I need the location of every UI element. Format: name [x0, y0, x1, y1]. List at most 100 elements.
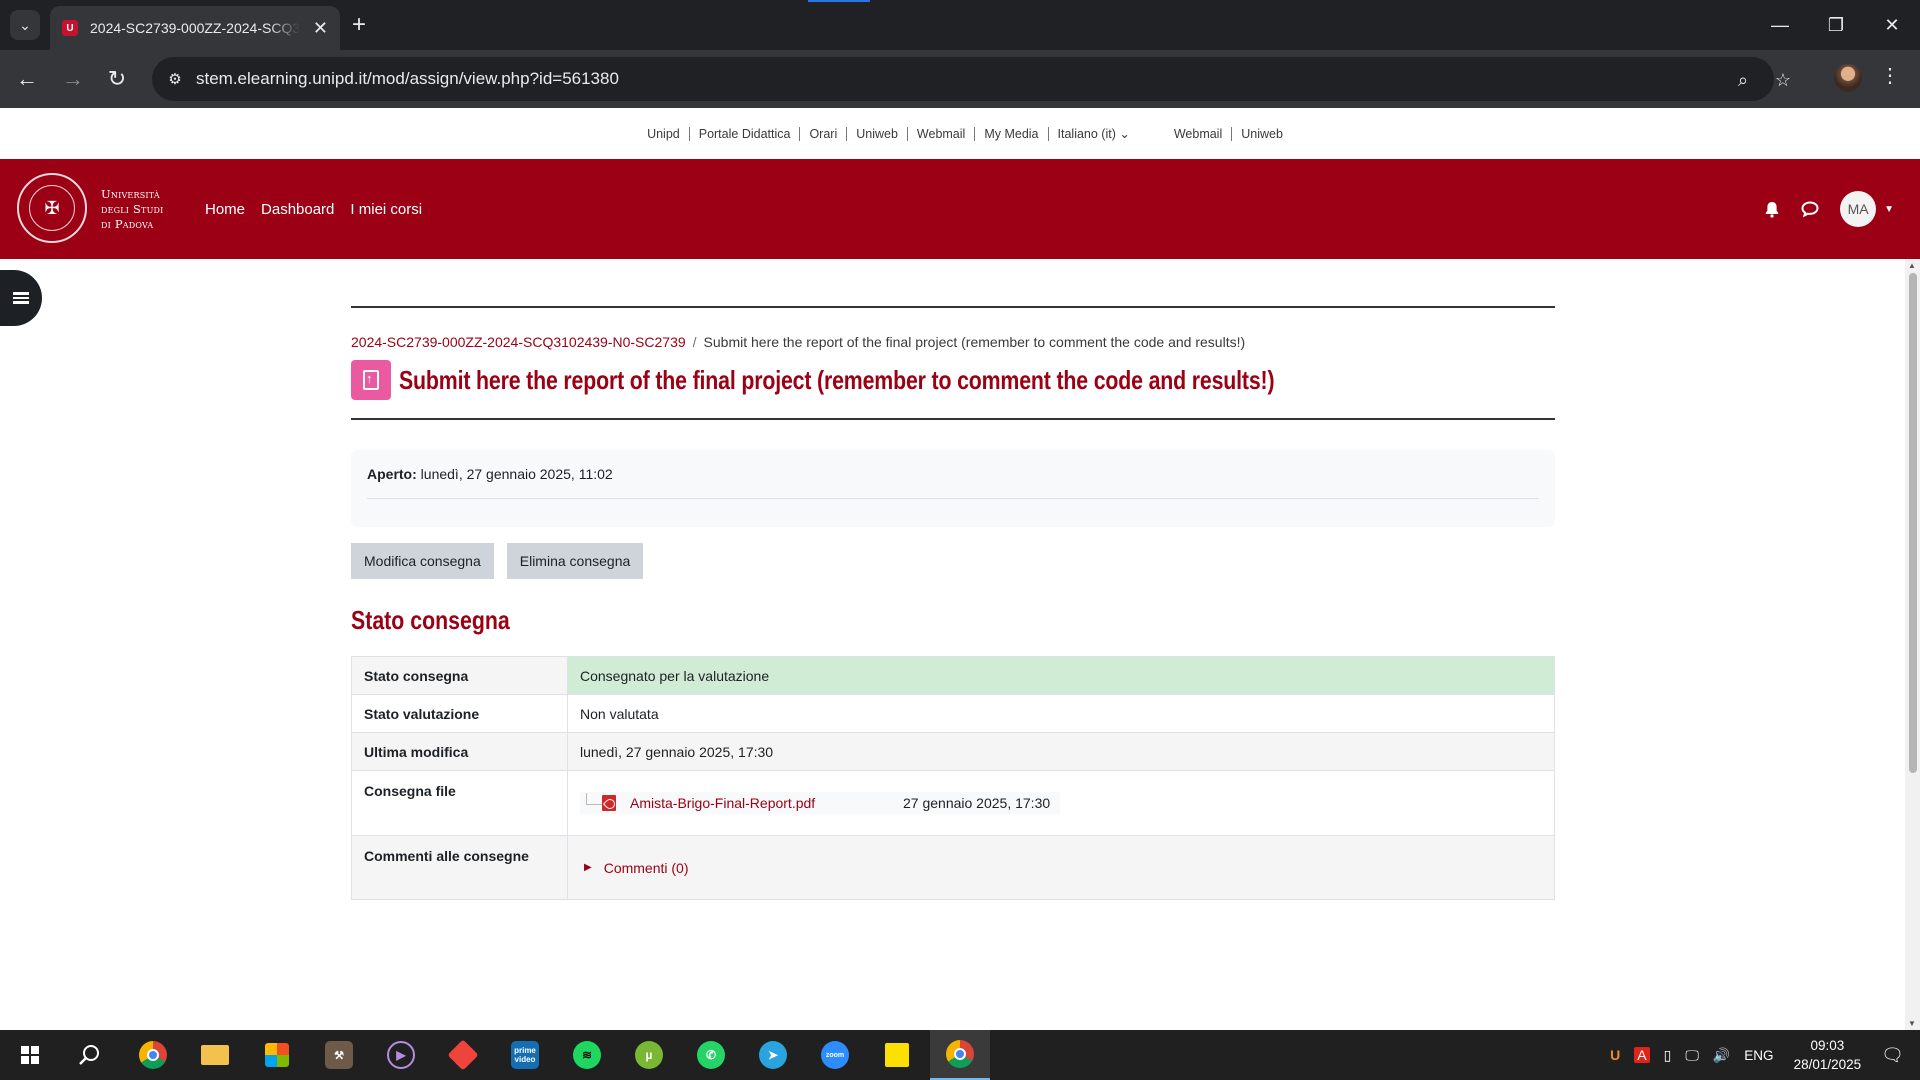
- scroll-up-icon[interactable]: ▲: [1908, 261, 1916, 270]
- tab-search-button[interactable]: ⌄: [10, 10, 40, 40]
- delete-submission-button[interactable]: Elimina consegna: [506, 543, 644, 579]
- sticky-notes-icon[interactable]: [872, 1030, 922, 1080]
- site-navbar: ✠ Università degli Studi di Padova Home …: [0, 159, 1920, 259]
- address-bar[interactable]: ⚙ stem.elearning.unipd.it/mod/assign/vie…: [152, 57, 1791, 101]
- language-label: Italiano (it): [1057, 126, 1116, 141]
- minimize-icon[interactable]: ―: [1752, 0, 1808, 50]
- submission-actions: Modifica consegna Elimina consegna: [351, 543, 1555, 579]
- site-info-icon[interactable]: ⚙: [162, 66, 188, 92]
- table-row: Stato consegna Consegnato per la valutaz…: [351, 656, 1555, 695]
- unipd-favicon-icon: U: [62, 20, 78, 36]
- util-link-uniweb[interactable]: Uniweb: [846, 126, 907, 141]
- utorrent-icon[interactable]: µ: [624, 1030, 674, 1080]
- anydesk-icon[interactable]: [438, 1030, 488, 1080]
- util-link-webmail[interactable]: Webmail: [906, 126, 974, 141]
- browser-tab-active[interactable]: U 2024-SC2739-000ZZ-2024-SCQ3102439-N0-S…: [50, 6, 340, 50]
- usb-icon[interactable]: ▯: [1664, 1047, 1672, 1064]
- nav-dashboard[interactable]: Dashboard: [261, 201, 334, 218]
- back-arrow-icon[interactable]: ←: [10, 62, 44, 96]
- chevron-down-icon: ⌄: [1119, 126, 1130, 141]
- nav-my-courses[interactable]: I miei corsi: [350, 201, 422, 218]
- media-player-icon[interactable]: ▶: [376, 1030, 426, 1080]
- breadcrumb-current: Submit here the report of the final proj…: [703, 334, 1246, 350]
- nav-home[interactable]: Home: [205, 201, 245, 218]
- bookmark-star-icon[interactable]: ☆: [1770, 67, 1796, 93]
- course-index-drawer-toggle[interactable]: [0, 270, 42, 326]
- scroll-down-icon[interactable]: ▼: [1908, 1019, 1916, 1028]
- messages-chat-icon[interactable]: [1798, 197, 1822, 221]
- browser-profile-avatar[interactable]: [1834, 64, 1862, 92]
- pdf-file-icon: [602, 795, 616, 811]
- list-icon: [13, 292, 29, 304]
- notifications-icon[interactable]: 🗨: [1881, 1045, 1904, 1066]
- university-seal-logo[interactable]: ✠: [17, 173, 87, 243]
- university-wordmark[interactable]: Università degli Studi di Padova: [101, 187, 164, 232]
- tab-drag-indicator: [808, 0, 870, 2]
- page-scrollbar[interactable]: ▲ ▼: [1905, 259, 1920, 1030]
- whatsapp-icon[interactable]: ✆: [686, 1030, 736, 1080]
- chrome-active-icon[interactable]: [930, 1030, 990, 1080]
- reload-icon[interactable]: ↻: [100, 62, 134, 96]
- restore-icon[interactable]: ❐: [1808, 0, 1864, 50]
- file-submissions-cell: Amista-Brigo-Final-Report.pdf 27 gennaio…: [567, 770, 1555, 836]
- browser-toolbar: ← → ↻ ⚙ stem.elearning.unipd.it/mod/assi…: [0, 50, 1920, 108]
- unipd-tray-icon[interactable]: U: [1610, 1047, 1620, 1063]
- wordmark-line-1: Università: [101, 187, 160, 201]
- file-explorer-icon[interactable]: [190, 1030, 240, 1080]
- user-menu-chevron-icon[interactable]: ▼: [1884, 204, 1894, 215]
- new-tab-button[interactable]: +: [352, 12, 366, 38]
- comments-cell: ▶ Commenti (0): [567, 835, 1555, 900]
- forward-arrow-icon[interactable]: →: [56, 62, 90, 96]
- util-link-portale-didattica[interactable]: Portale Didattica: [688, 126, 800, 141]
- zoom-icon[interactable]: ⌕: [1730, 67, 1756, 93]
- util-link-my-media[interactable]: My Media: [974, 126, 1047, 141]
- search-icon[interactable]: [65, 1030, 115, 1080]
- util-link-unipd[interactable]: Unipd: [638, 127, 689, 141]
- zoom-icon[interactable]: zoom: [810, 1030, 860, 1080]
- wordmark-line-3: di Padova: [101, 217, 154, 231]
- user-nav: MA ▼: [1746, 159, 1894, 259]
- last-modified-value: lunedì, 27 gennaio 2025, 17:30: [567, 732, 1555, 771]
- comments-toggle[interactable]: ▶ Commenti (0): [580, 860, 1542, 876]
- browser-tabstrip: ⌄ U 2024-SC2739-000ZZ-2024-SCQ3102439-N0…: [0, 0, 1920, 50]
- submitted-file-link[interactable]: Amista-Brigo-Final-Report.pdf: [630, 795, 903, 811]
- clock-time: 09:03: [1810, 1038, 1845, 1053]
- header-divider: [351, 306, 1555, 308]
- edit-submission-button[interactable]: Modifica consegna: [351, 543, 494, 579]
- telegram-icon[interactable]: ➤: [748, 1030, 798, 1080]
- chrome-icon[interactable]: [128, 1030, 178, 1080]
- network-icon[interactable]: 🖵: [1685, 1047, 1699, 1064]
- spotify-icon[interactable]: ≋: [562, 1030, 612, 1080]
- windows-taskbar: ⚒ ▶ prime video ≋ µ ✆ ➤ zoom U A ▯ 🖵 🔊 EN…: [0, 1030, 1920, 1080]
- row-label: Consegna file: [351, 770, 568, 836]
- util-link-webmail-2[interactable]: Webmail: [1165, 127, 1231, 141]
- language-selector[interactable]: Italiano (it) ⌄: [1047, 126, 1139, 141]
- notifications-bell-icon[interactable]: [1760, 197, 1784, 221]
- breadcrumb-course-link[interactable]: 2024-SC2739-000ZZ-2024-SCQ3102439-N0-SC2…: [351, 334, 686, 350]
- taskbar-clock[interactable]: 09:03 28/01/2025: [1794, 1036, 1862, 1074]
- close-window-icon[interactable]: ✕: [1864, 0, 1920, 50]
- prime-video-icon[interactable]: prime video: [500, 1030, 550, 1080]
- user-avatar[interactable]: MA: [1840, 191, 1877, 227]
- wordmark-line-2: degli Studi: [101, 202, 164, 216]
- tab-close-icon[interactable]: ✕: [313, 18, 328, 39]
- page-title: Submit here the report of the final proj…: [399, 364, 1275, 395]
- volume-icon[interactable]: 🔊: [1713, 1047, 1730, 1064]
- windows-start-icon[interactable]: [5, 1030, 55, 1080]
- microsoft-store-icon[interactable]: [252, 1030, 302, 1080]
- browser-menu-icon[interactable]: ⋮: [1880, 63, 1900, 88]
- url-text[interactable]: stem.elearning.unipd.it/mod/assign/view.…: [196, 69, 619, 89]
- opened-date: Aperto: lunedì, 27 gennaio 2025, 11:02: [367, 466, 1539, 499]
- scrollbar-thumb[interactable]: [1909, 273, 1917, 773]
- submission-status-table: Stato consegna Consegnato per la valutaz…: [351, 656, 1555, 900]
- language-indicator[interactable]: ENG: [1744, 1048, 1773, 1063]
- util-link-orari[interactable]: Orari: [799, 126, 846, 141]
- file-date: 27 gennaio 2025, 17:30: [903, 795, 1051, 811]
- table-row: Stato valutazione Non valutata: [351, 694, 1555, 733]
- page-header: Submit here the report of the final proj…: [351, 360, 1555, 400]
- comments-link[interactable]: Commenti (0): [604, 860, 689, 876]
- row-label: Stato consegna: [351, 656, 568, 695]
- util-link-uniweb-2[interactable]: Uniweb: [1231, 126, 1292, 141]
- app-tools-icon[interactable]: ⚒: [314, 1030, 364, 1080]
- acrobat-tray-icon[interactable]: A: [1634, 1047, 1650, 1063]
